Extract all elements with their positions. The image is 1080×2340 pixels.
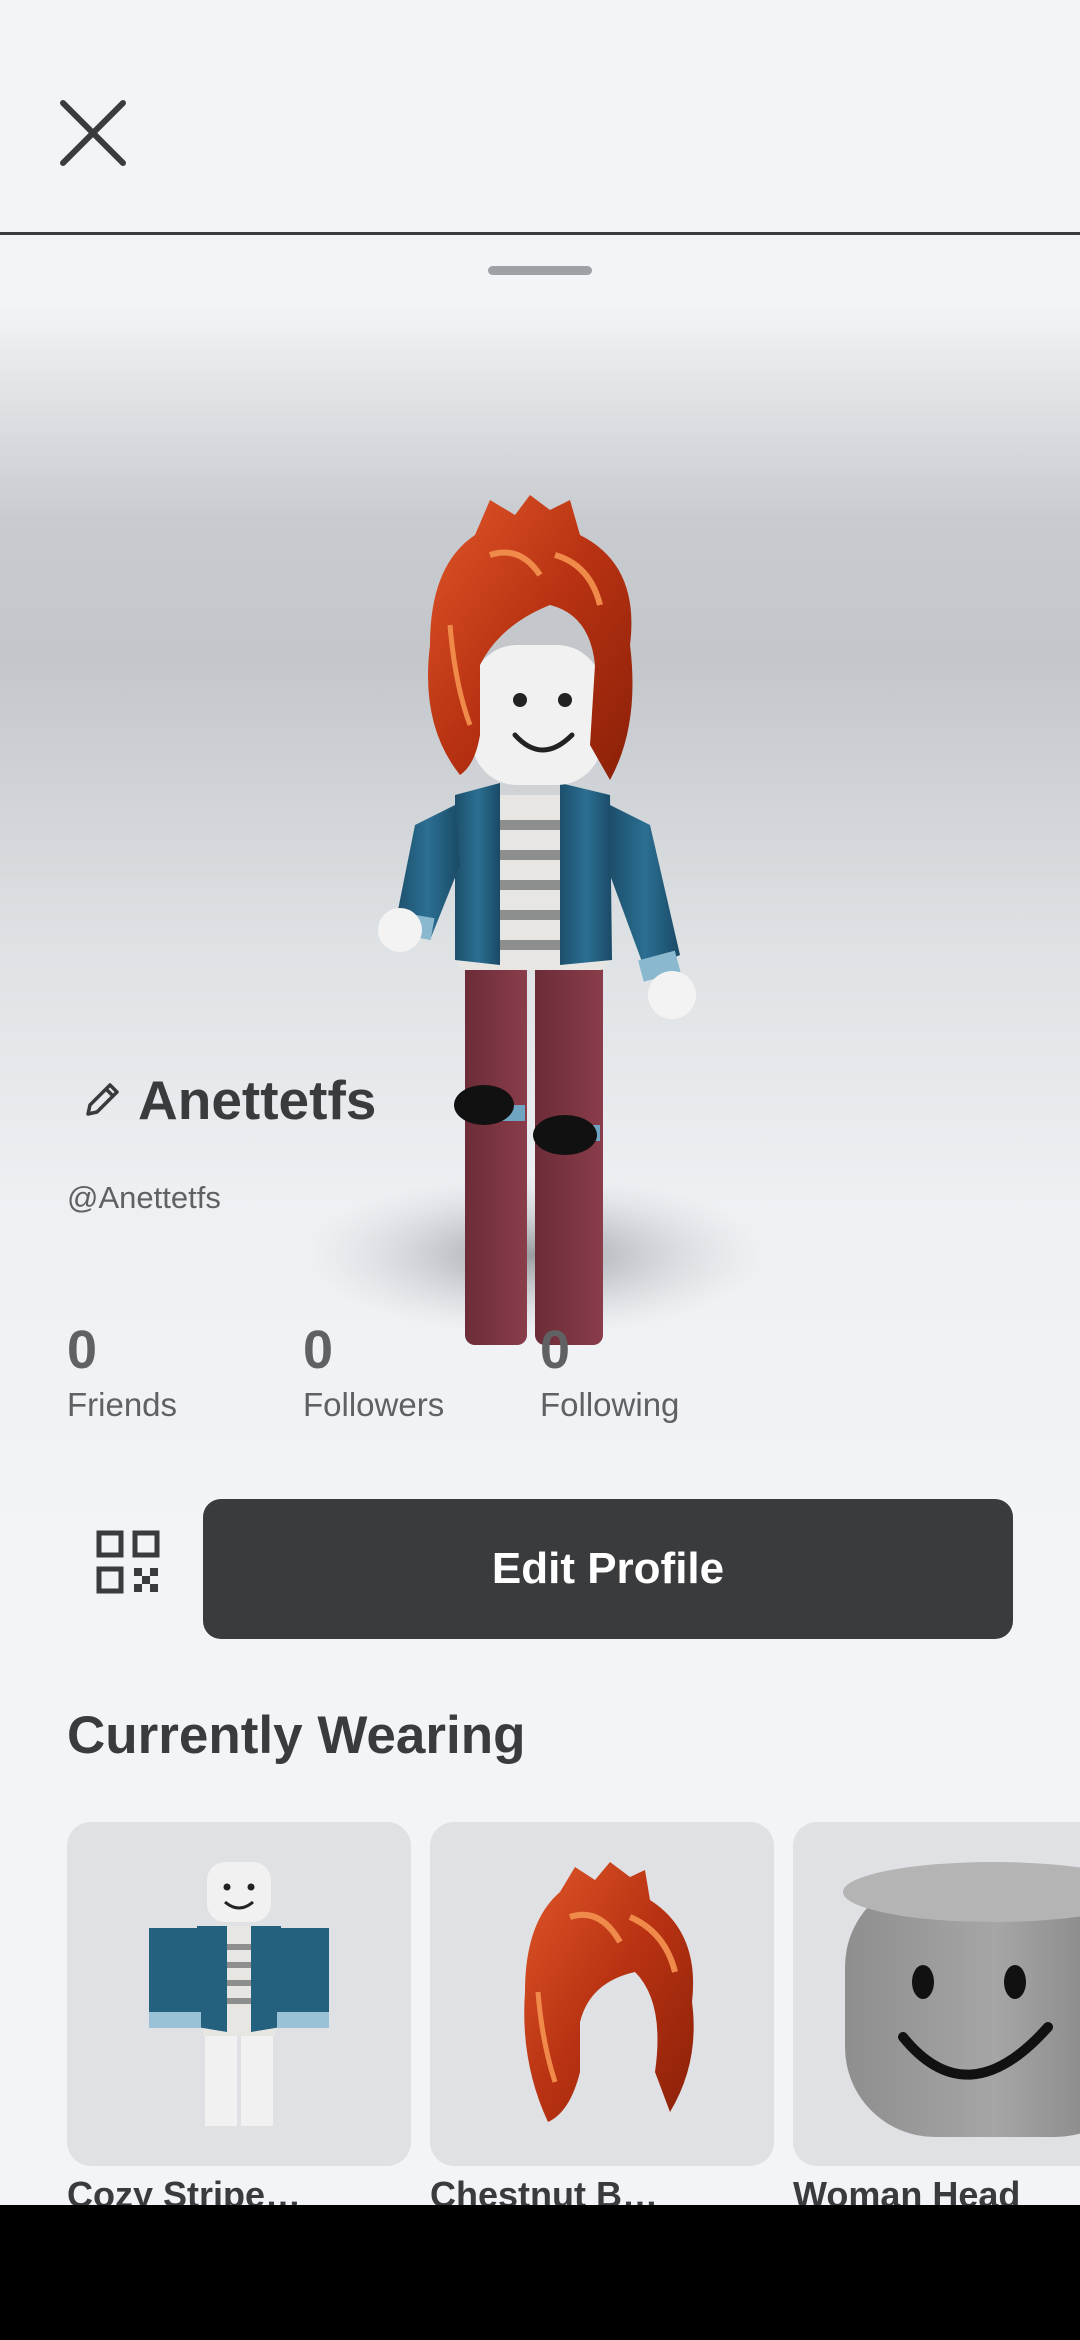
stat-label: Following <box>540 1386 680 1423</box>
currently-wearing-list: Cozy Stripe… Chestnut B… Woman Head <box>67 1822 1080 2205</box>
system-navigation-bar <box>0 2205 1080 2340</box>
edit-profile-button[interactable]: Edit Profile <box>203 1499 1013 1639</box>
username: @Anettetfs <box>67 1180 221 1215</box>
stat-label: Followers <box>303 1386 445 1423</box>
profile-stats: 0 Friends 0 Followers 0 Following <box>0 1320 1080 1440</box>
hair-thumbnail <box>524 1862 694 2122</box>
stat-following[interactable]: 0 Following <box>540 1320 679 1424</box>
stat-followers[interactable]: 0 Followers <box>303 1320 444 1424</box>
wearing-item-shirt[interactable] <box>67 1822 411 2166</box>
qr-code-icon[interactable] <box>96 1530 160 1594</box>
wearing-item-label: Cozy Stripe… <box>67 2174 302 2205</box>
profile-sheet: Anettetfs @Anettetfs 0 Friends 0 Followe… <box>0 235 1080 2205</box>
head-thumbnail <box>843 1862 1080 2137</box>
pencil-icon[interactable] <box>80 1078 124 1122</box>
currently-wearing-title: Currently Wearing <box>67 1706 526 1765</box>
top-bar <box>0 0 1080 235</box>
wearing-item-label: Woman Head <box>793 2174 1021 2205</box>
display-name: Anettetfs <box>138 1069 377 1131</box>
close-icon[interactable] <box>48 88 138 178</box>
sheet-drag-handle[interactable] <box>488 266 592 275</box>
stat-value: 0 <box>540 1320 571 1380</box>
stat-value: 0 <box>303 1320 334 1380</box>
wearing-item-head[interactable] <box>793 1822 1080 2166</box>
wearing-item-hair[interactable] <box>430 1822 774 2166</box>
stat-value: 0 <box>67 1320 98 1380</box>
stat-label: Friends <box>67 1386 178 1423</box>
shirt-thumbnail <box>149 1862 329 2126</box>
wearing-item-label: Chestnut B… <box>430 2174 658 2205</box>
stat-friends[interactable]: 0 Friends <box>67 1320 177 1424</box>
display-name-row: Anettetfs <box>80 1065 376 1135</box>
